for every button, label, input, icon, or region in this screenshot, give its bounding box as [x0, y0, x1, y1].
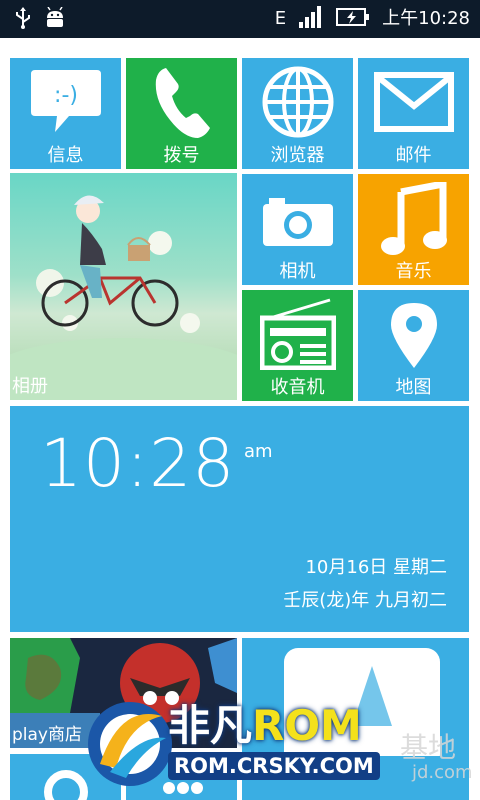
network-type-label: E — [274, 8, 287, 29]
tile-mail[interactable]: 邮件 — [358, 58, 469, 169]
tile-map[interactable]: 地图 — [358, 290, 469, 401]
status-time: 上午10:28 — [382, 8, 470, 29]
album-photo — [10, 195, 237, 400]
clock-ampm: am — [244, 441, 273, 462]
svg-text::-): :-) — [54, 83, 78, 108]
radio-icon — [259, 298, 336, 374]
tile-music[interactable]: 音乐 — [358, 174, 469, 285]
android-debug-icon — [44, 6, 66, 33]
tile-music-label: 音乐 — [395, 261, 432, 282]
watermark-title: 非凡ROM — [168, 702, 362, 750]
tile-dialer-label: 拨号 — [163, 145, 200, 166]
tile-mail-label: 邮件 — [395, 145, 432, 166]
tile-camera-label: 相机 — [279, 261, 316, 282]
tile-radio[interactable]: 收音机 — [242, 290, 353, 401]
tile-camera[interactable]: 相机 — [242, 174, 353, 285]
clock-lunar-date: 壬辰(龙)年 九月初二 — [283, 590, 447, 611]
tile-browser[interactable]: 浏览器 — [242, 58, 353, 169]
message-icon: :-) — [29, 68, 103, 138]
clock-date: 10月16日 星期二 — [305, 557, 447, 578]
clock-time: 10:28 — [40, 425, 236, 502]
signal-icon — [298, 5, 324, 33]
tile-radio-label: 收音机 — [270, 377, 325, 398]
tile-play-store-label: play商店 — [12, 725, 82, 745]
watermark-site: ROM.CRSKY.COM — [168, 752, 380, 780]
status-bar: E 上午10:28 — [0, 0, 480, 38]
tile-messages-label: 信息 — [47, 145, 84, 166]
map-pin-icon — [387, 300, 441, 374]
camera-icon — [261, 196, 335, 252]
usb-icon — [14, 7, 32, 33]
music-note-icon — [380, 179, 447, 262]
watermark-right-site: jd.com — [412, 762, 473, 783]
watermark-right-text: 基地 — [400, 731, 457, 764]
tile-messages[interactable]: :-) 信息 — [10, 58, 121, 169]
tile-album-label: 相册 — [12, 376, 48, 397]
mail-icon — [373, 72, 454, 136]
clock-widget[interactable]: 10:28 am 10月16日 星期二 壬辰(龙)年 九月初二 — [10, 406, 469, 632]
battery-icon — [336, 6, 370, 32]
tile-map-label: 地图 — [395, 377, 432, 398]
watermark-brand: 非凡 — [168, 701, 253, 750]
watermark-rom: ROM — [252, 701, 362, 750]
phone-icon — [152, 66, 212, 144]
watermark-logo-icon — [80, 694, 180, 794]
tile-album[interactable]: 相册 — [10, 173, 237, 400]
tile-browser-label: 浏览器 — [270, 145, 325, 166]
globe-icon — [261, 65, 335, 143]
watermark: 非凡ROM ROM.CRSKY.COM 基地 jd.com — [80, 690, 480, 800]
tile-dialer[interactable]: 拨号 — [126, 58, 237, 169]
